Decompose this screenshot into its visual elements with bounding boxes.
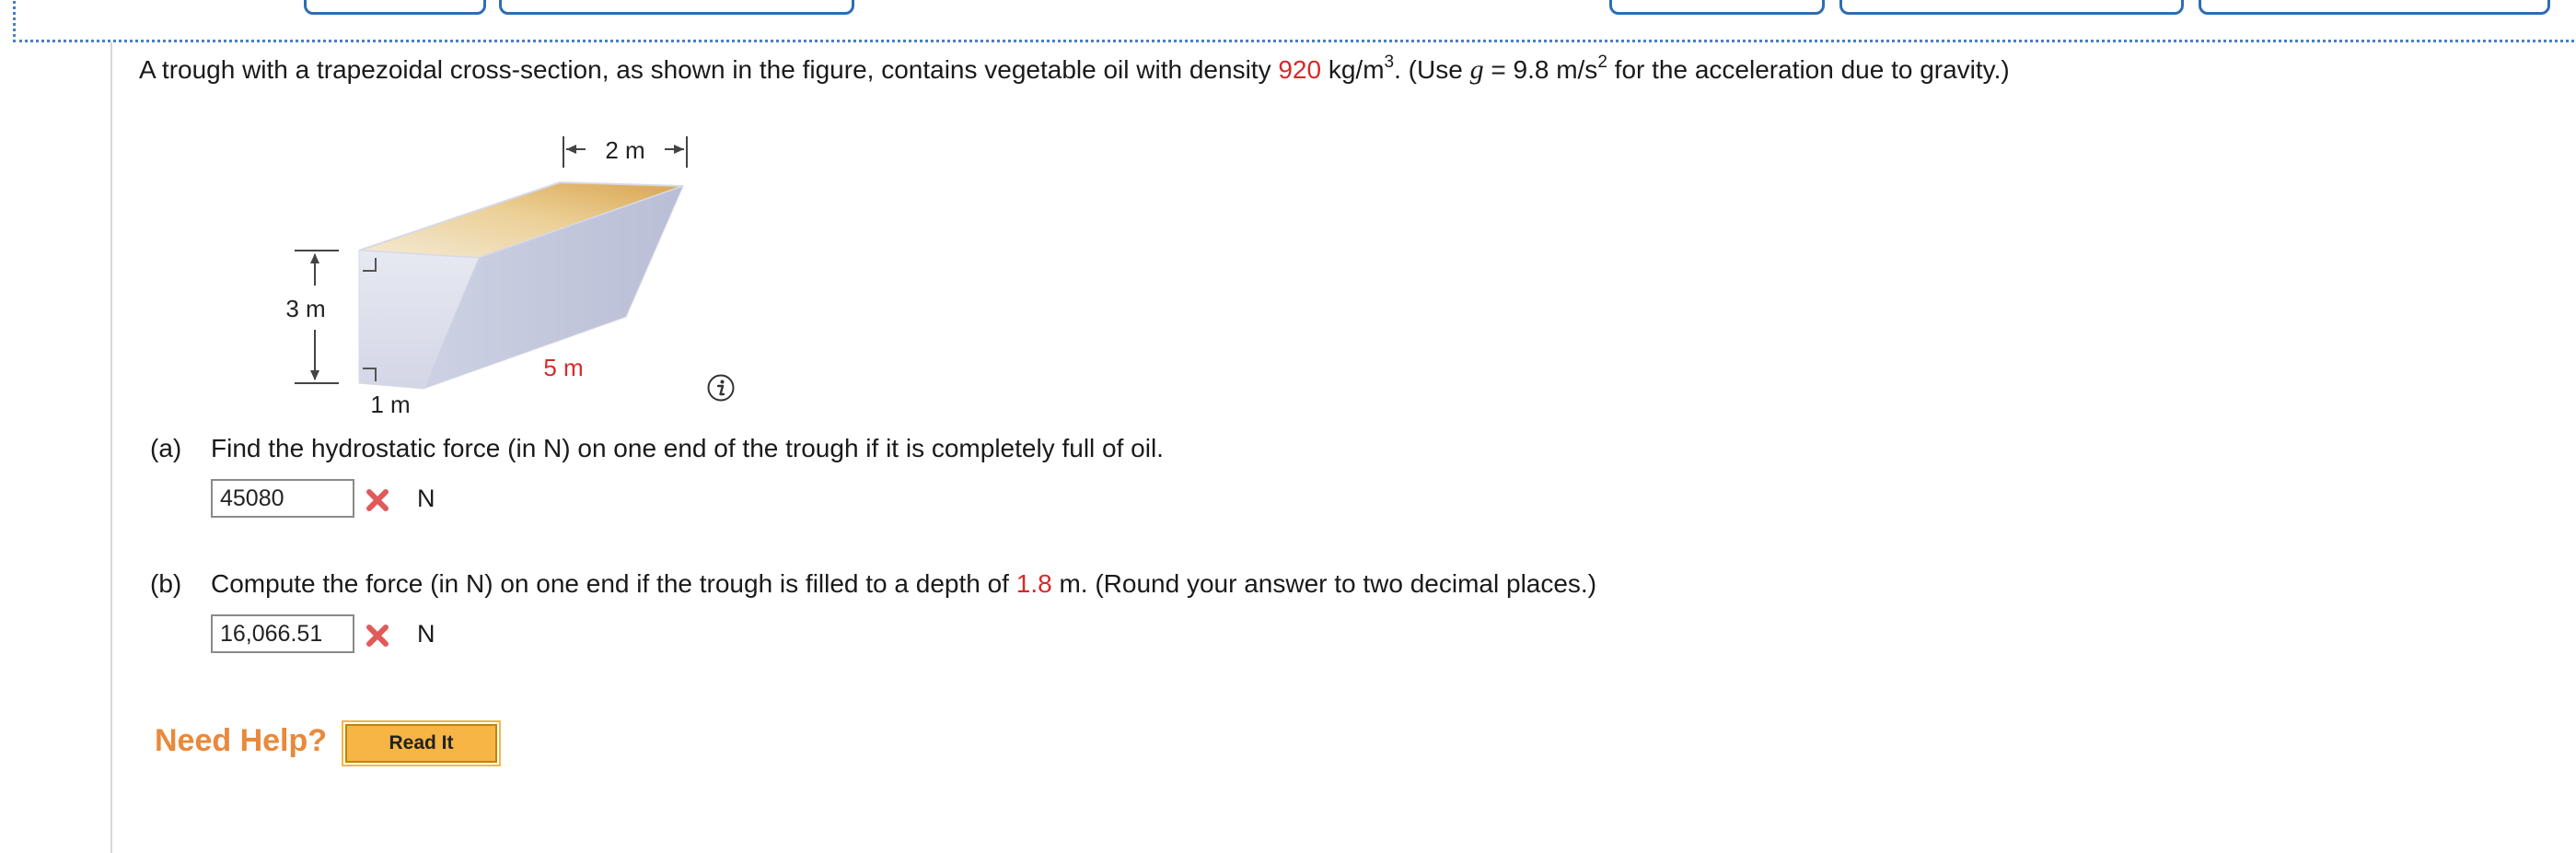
length-label: 5 m [543,354,583,381]
question-text: A trough with a trapezoidal cross-sectio… [139,52,2010,85]
part-a-answer-input[interactable] [211,479,354,518]
bottom-width-label: 1 m [370,391,410,418]
height-label: 3 m [285,295,325,322]
depth-value: 1.8 [1015,569,1052,598]
part-a-unit: N [417,485,435,512]
part-a-label: (a) [150,434,182,462]
part-b-answer-input[interactable] [211,614,354,653]
top-width-label: 2 m [605,136,644,164]
part-b-unit: N [417,620,435,648]
part-a-text: Find the hydrostatic force (in N) on one… [211,434,1164,462]
toolbar-button-4[interactable] [1839,0,2184,15]
toolbar-button-2[interactable] [499,0,854,15]
read-it-button[interactable]: Read It [342,720,501,766]
incorrect-x-icon [366,625,389,647]
density-value: 920 [1278,55,1322,84]
toolbar-button-1[interactable] [304,0,486,15]
incorrect-x-icon [366,489,389,511]
need-help-label: Need Help? [155,723,328,758]
info-icon[interactable] [706,373,736,403]
toolbar-button-3[interactable] [1609,0,1825,15]
toolbar-button-5[interactable] [2199,0,2550,15]
part-b-text: Compute the force (in N) on one end if t… [211,569,1597,598]
part-b-label: (b) [150,569,182,598]
